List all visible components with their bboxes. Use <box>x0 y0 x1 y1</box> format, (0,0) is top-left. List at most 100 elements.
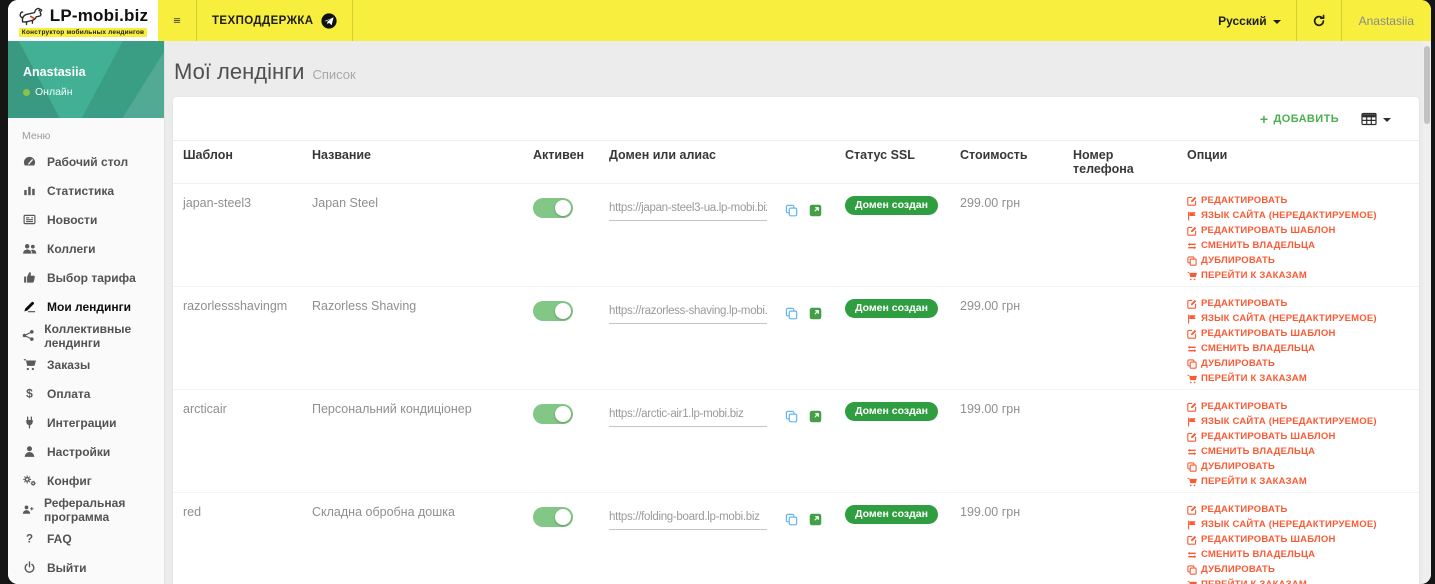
sidebar-item-referral[interactable]: Реферальная программа <box>8 495 164 524</box>
scrollbar-thumb[interactable] <box>1424 46 1430 124</box>
option-label: ЯЗЫК САЙТА (НЕРЕДАКТИРУЕМОЕ) <box>1201 416 1377 427</box>
sidebar-item-config[interactable]: Конфиг <box>8 466 164 495</box>
active-toggle[interactable] <box>533 507 573 527</box>
cell-phone <box>1071 493 1185 584</box>
open-site-icon[interactable] <box>809 204 822 217</box>
card-toolbar: + ДОБАВИТЬ <box>173 97 1419 141</box>
option-change-owner[interactable]: СМЕНИТЬ ВЛАДЕЛЬЦА <box>1187 240 1411 251</box>
copy-domain-icon[interactable] <box>785 307 798 320</box>
sidebar-item-collective-landings[interactable]: Коллективные лендинги <box>8 321 164 350</box>
logo[interactable]: LP-mobi.biz Конструктор мобильных лендин… <box>8 0 158 41</box>
active-toggle[interactable] <box>533 404 573 424</box>
option-duplicate[interactable]: ДУБЛИРОВАТЬ <box>1187 255 1411 266</box>
cell-name: Складна обробна дошка <box>312 505 455 519</box>
cell-ssl: Домен создан <box>843 390 958 492</box>
cell-ssl: Домен создан <box>843 287 958 389</box>
duplicate-icon <box>1187 358 1197 369</box>
cell-options: РЕДАКТИРОВАТЬ ЯЗЫК САЙТА (НЕРЕДАКТИРУЕМО… <box>1185 493 1419 584</box>
user-plus-icon <box>22 503 34 516</box>
sidebar-item-logout[interactable]: Выйти <box>8 553 164 582</box>
option-site-language[interactable]: ЯЗЫК САЙТА (НЕРЕДАКТИРУЕМОЕ) <box>1187 416 1411 427</box>
language-label: Русский <box>1218 13 1267 28</box>
sidebar-item-statistics[interactable]: Статистика <box>8 176 164 205</box>
ssl-status-badge: Домен создан <box>845 505 938 524</box>
option-change-owner[interactable]: СМЕНИТЬ ВЛАДЕЛЬЦА <box>1187 343 1411 354</box>
telegram-icon <box>320 12 337 29</box>
option-duplicate[interactable]: ДУБЛИРОВАТЬ <box>1187 358 1411 369</box>
option-go-to-orders[interactable]: ПЕРЕЙТИ К ЗАКАЗАМ <box>1187 476 1411 487</box>
edit-icon <box>1187 535 1197 545</box>
user-menu[interactable]: Anastasiia <box>1342 0 1431 41</box>
sidebar-item-label: Коллективные лендинги <box>44 321 132 350</box>
sidebar-item-my-landings[interactable]: Мои лендинги <box>8 292 164 321</box>
svg-text:$: $ <box>26 387 33 400</box>
open-site-icon[interactable] <box>809 410 822 423</box>
option-label: ДУБЛИРОВАТЬ <box>1201 358 1276 369</box>
share-icon <box>22 329 34 342</box>
sidebar-item-tariff[interactable]: Выбор тарифа <box>8 263 164 292</box>
sidebar-item-orders[interactable]: Заказы <box>8 350 164 379</box>
option-edit[interactable]: РЕДАКТИРОВАТЬ <box>1187 401 1411 412</box>
table-body: japan-steel3 Japan Steel Домен создан 29… <box>173 184 1419 584</box>
option-edit-template[interactable]: РЕДАКТИРОВАТЬ ШАБЛОН <box>1187 534 1411 545</box>
copy-domain-icon[interactable] <box>785 513 798 526</box>
option-duplicate[interactable]: ДУБЛИРОВАТЬ <box>1187 564 1411 575</box>
copy-domain-icon[interactable] <box>785 410 798 423</box>
sidebar-item-settings[interactable]: Настройки <box>8 437 164 466</box>
option-edit-template[interactable]: РЕДАКТИРОВАТЬ ШАБЛОН <box>1187 225 1411 236</box>
domain-input[interactable] <box>609 509 767 530</box>
option-edit-template[interactable]: РЕДАКТИРОВАТЬ ШАБЛОН <box>1187 328 1411 339</box>
option-change-owner[interactable]: СМЕНИТЬ ВЛАДЕЛЬЦА <box>1187 446 1411 457</box>
option-label: ПЕРЕЙТИ К ЗАКАЗАМ <box>1201 476 1307 487</box>
sidebar-toggle-button[interactable] <box>158 0 196 41</box>
cell-phone <box>1071 184 1185 286</box>
cell-ssl: Домен создан <box>843 493 958 584</box>
sidebar-menu: Рабочий стол Статистика Новости Коллеги … <box>8 147 164 582</box>
option-label: СМЕНИТЬ ВЛАДЕЛЬЦА <box>1201 240 1316 251</box>
option-go-to-orders[interactable]: ПЕРЕЙТИ К ЗАКАЗАМ <box>1187 373 1411 384</box>
support-button[interactable]: ТЕХПОДДЕРЖКА <box>197 0 352 41</box>
option-duplicate[interactable]: ДУБЛИРОВАТЬ <box>1187 461 1411 472</box>
option-edit[interactable]: РЕДАКТИРОВАТЬ <box>1187 504 1411 515</box>
cell-price: 199.00 грн <box>960 505 1021 519</box>
cell-template: red <box>183 505 202 519</box>
domain-input[interactable] <box>609 303 767 324</box>
option-site-language[interactable]: ЯЗЫК САЙТА (НЕРЕДАКТИРУЕМОЕ) <box>1187 313 1411 324</box>
option-go-to-orders[interactable]: ПЕРЕЙТИ К ЗАКАЗАМ <box>1187 270 1411 281</box>
edit-icon <box>1187 196 1197 206</box>
option-change-owner[interactable]: СМЕНИТЬ ВЛАДЕЛЬЦА <box>1187 549 1411 560</box>
view-toggle-button[interactable] <box>1361 112 1391 126</box>
sidebar-item-dashboard[interactable]: Рабочий стол <box>8 147 164 176</box>
option-label: ПЕРЕЙТИ К ЗАКАЗАМ <box>1201 270 1307 281</box>
open-site-icon[interactable] <box>809 307 822 320</box>
language-dropdown[interactable]: Русский <box>1203 0 1296 41</box>
domain-input[interactable] <box>609 406 767 427</box>
option-go-to-orders[interactable]: ПЕРЕЙТИ К ЗАКАЗАМ <box>1187 579 1411 584</box>
cell-domain <box>607 287 843 389</box>
option-site-language[interactable]: ЯЗЫК САЙТА (НЕРЕДАКТИРУЕМОЕ) <box>1187 519 1411 530</box>
option-edit-template[interactable]: РЕДАКТИРОВАТЬ ШАБЛОН <box>1187 431 1411 442</box>
option-edit[interactable]: РЕДАКТИРОВАТЬ <box>1187 298 1411 309</box>
option-label: ЯЗЫК САЙТА (НЕРЕДАКТИРУЕМОЕ) <box>1201 313 1377 324</box>
domain-input[interactable] <box>609 200 767 221</box>
add-button[interactable]: + ДОБАВИТЬ <box>1260 111 1339 127</box>
open-site-icon[interactable] <box>809 513 822 526</box>
cell-active <box>531 184 607 286</box>
sidebar-item-label: Рабочий стол <box>47 154 129 169</box>
sidebar-item-payment[interactable]: $ Оплата <box>8 379 164 408</box>
copy-domain-icon[interactable] <box>785 204 798 217</box>
option-label: РЕДАКТИРОВАТЬ <box>1201 298 1288 309</box>
option-site-language[interactable]: ЯЗЫК САЙТА (НЕРЕДАКТИРУЕМОЕ) <box>1187 210 1411 221</box>
sidebar-item-colleagues[interactable]: Коллеги <box>8 234 164 263</box>
main-content: Мої лендінги Список + ДОБАВИТЬ Шаблон Наз… <box>165 41 1431 584</box>
cell-active <box>531 287 607 389</box>
table-row: arcticair Персональний кондиціонер Домен… <box>173 390 1419 493</box>
sidebar-item-news[interactable]: Новости <box>8 205 164 234</box>
active-toggle[interactable] <box>533 198 573 218</box>
sidebar-item-faq[interactable]: ? FAQ <box>8 524 164 553</box>
active-toggle[interactable] <box>533 301 573 321</box>
sidebar-item-label: Выйти <box>47 560 87 575</box>
refresh-button[interactable] <box>1297 0 1341 41</box>
sidebar-item-integrations[interactable]: Интеграции <box>8 408 164 437</box>
option-edit[interactable]: РЕДАКТИРОВАТЬ <box>1187 195 1411 206</box>
